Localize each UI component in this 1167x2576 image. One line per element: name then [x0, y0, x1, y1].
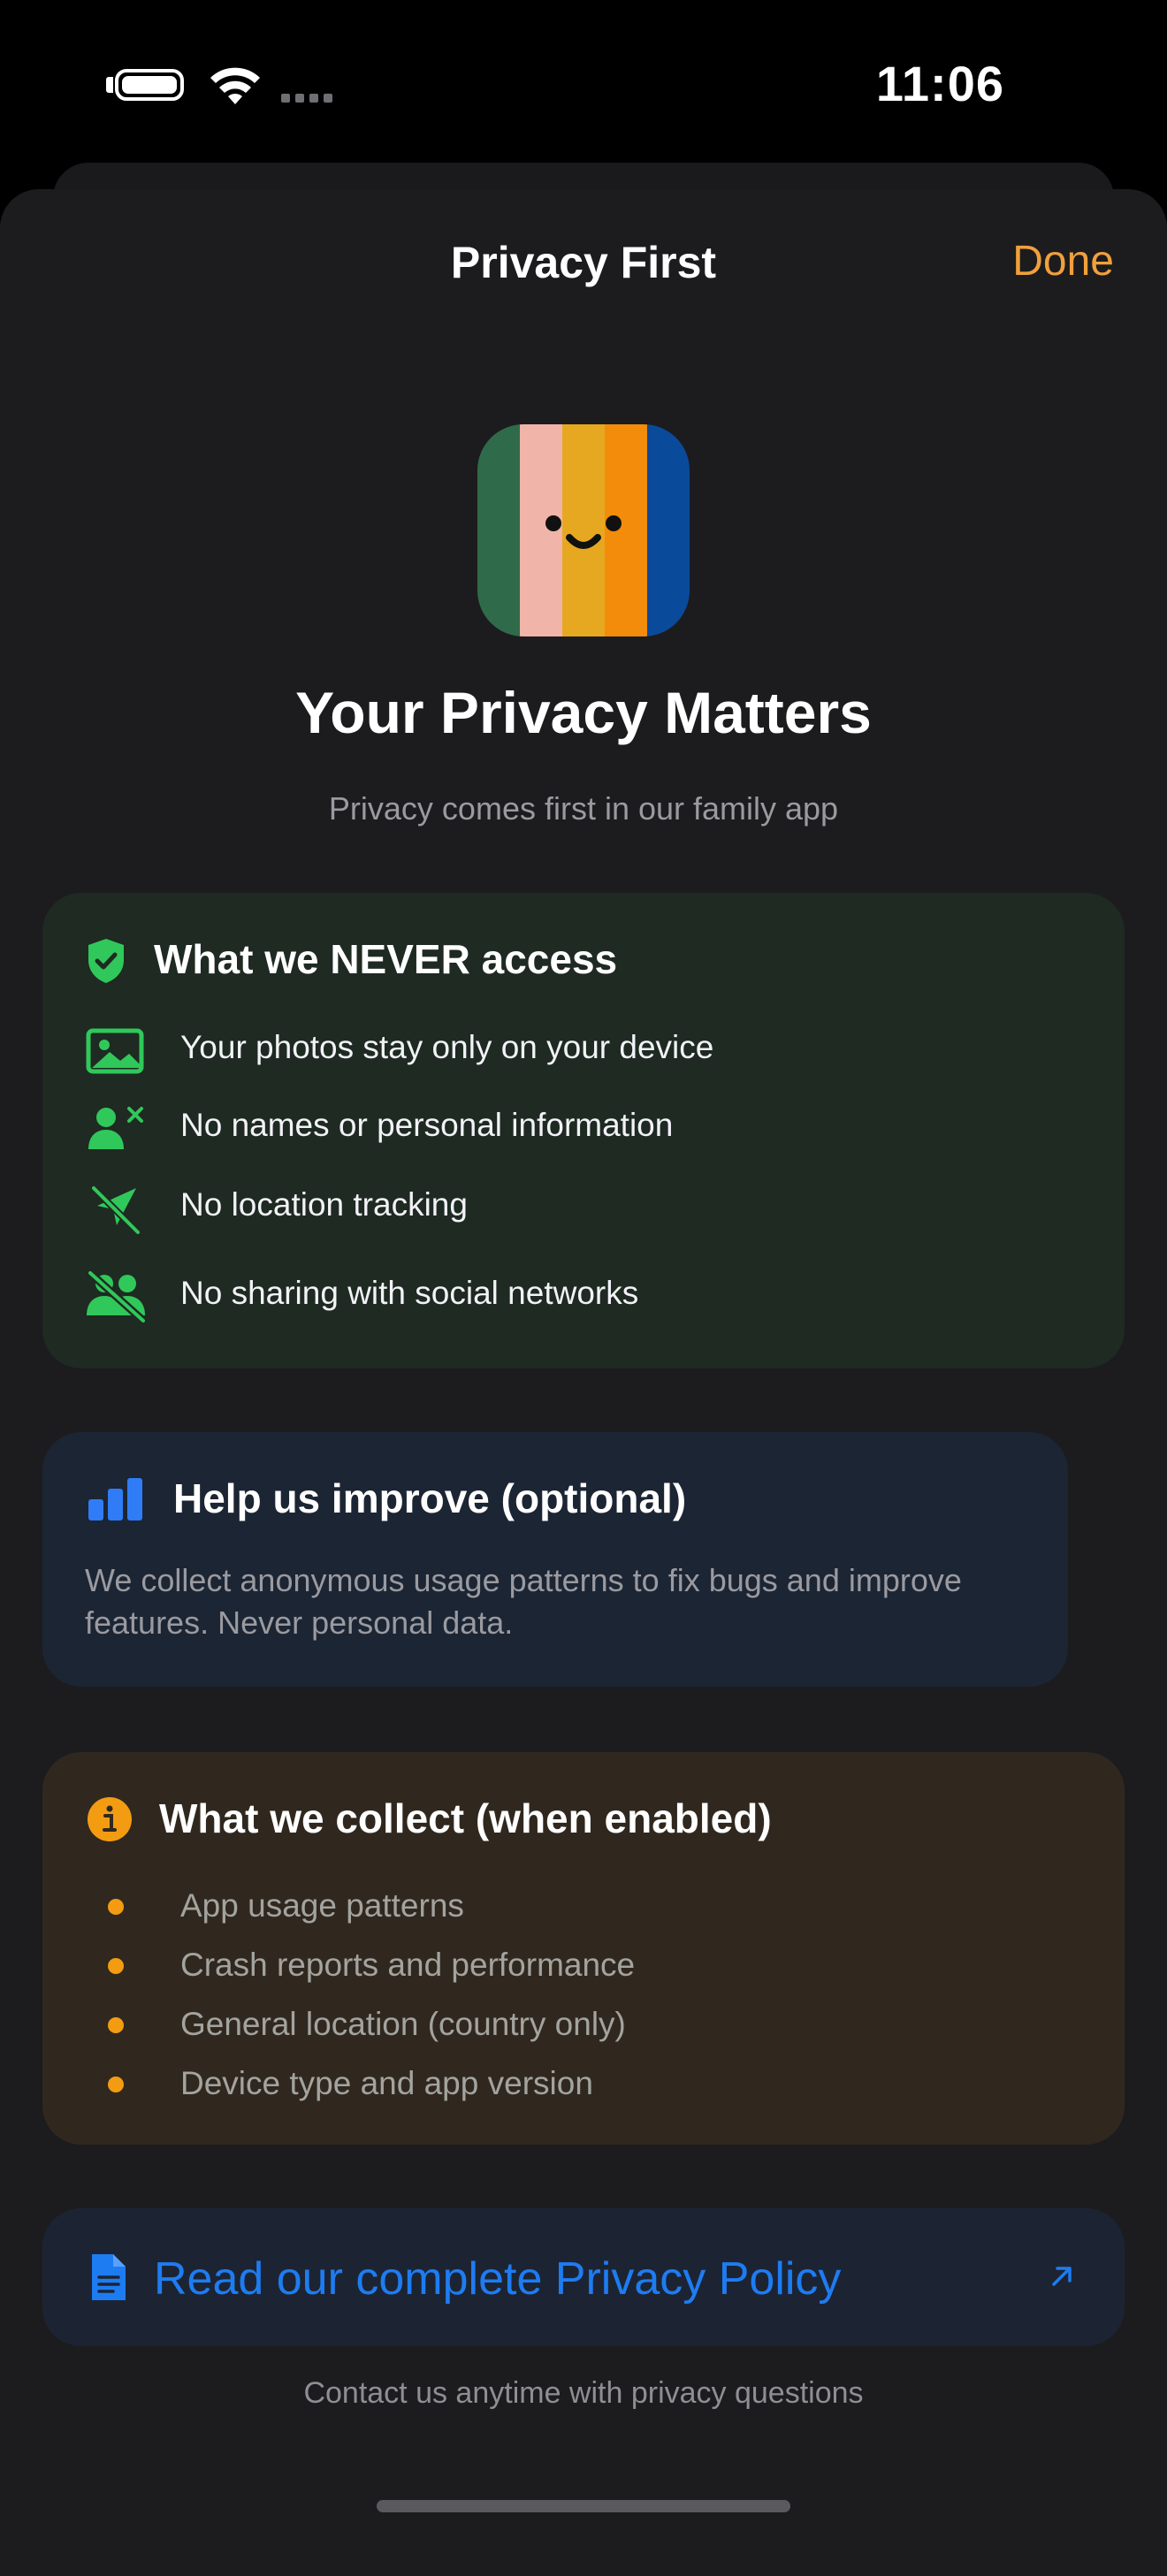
done-button[interactable]: Done	[1012, 237, 1114, 286]
battery-icon	[115, 69, 184, 101]
never-item-text: No names or personal information	[180, 1107, 674, 1143]
app-logo	[477, 424, 690, 636]
photo-icon	[86, 1028, 144, 1074]
privacy-policy-link[interactable]: Read our complete Privacy Policy	[42, 2208, 1125, 2346]
privacy-policy-label: Read our complete Privacy Policy	[154, 2253, 842, 2305]
status-time: 11:06	[875, 56, 1004, 111]
help-card-description: We collect anonymous usage patterns to f…	[85, 1562, 962, 1641]
hero-subtitle: Privacy comes first in our family app	[328, 790, 839, 827]
help-card-title: Help us improve (optional)	[173, 1475, 687, 1521]
external-link-arrow-icon	[1052, 2267, 1072, 2286]
collect-item: App usage patterns	[180, 1887, 464, 1924]
document-icon	[92, 2254, 126, 2300]
person-x-icon	[88, 1107, 143, 1149]
hero-title: Your Privacy Matters	[295, 680, 872, 745]
never-item-text: No location tracking	[180, 1186, 468, 1223]
help-improve-card[interactable]: Help us improve (optional) We collect an…	[42, 1432, 1068, 1687]
smiley-face-icon	[545, 515, 622, 549]
wifi-icon	[210, 67, 260, 104]
nav-title: Privacy First	[450, 238, 717, 287]
footer-contact-text: Contact us anytime with privacy question…	[303, 2376, 864, 2410]
what-we-collect-card: What we collect (when enabled) App usage…	[42, 1752, 1125, 2145]
bullet-dot	[108, 2017, 124, 2033]
bullet-dot	[108, 1958, 124, 1974]
bar-chart-icon	[88, 1478, 142, 1520]
never-item-text: Your photos stay only on your device	[180, 1029, 714, 1065]
shield-check-icon	[88, 939, 124, 983]
never-card-title: What we NEVER access	[154, 936, 618, 982]
bullet-dot	[108, 1899, 124, 1915]
bullet-dot	[108, 2077, 124, 2092]
never-access-card: What we NEVER access Your photos stay on…	[42, 893, 1125, 1368]
collect-item: General location (country only)	[180, 2006, 626, 2042]
collect-item: Crash reports and performance	[180, 1947, 636, 1983]
location-slash-icon	[91, 1185, 141, 1235]
collect-item: Device type and app version	[180, 2065, 593, 2101]
home-indicator[interactable]	[377, 2500, 790, 2512]
never-item-text: No sharing with social networks	[180, 1275, 639, 1311]
cellular-signal-icon	[281, 94, 332, 103]
people-slash-icon	[87, 1269, 147, 1322]
battery-cap	[106, 77, 113, 93]
info-icon	[88, 1797, 132, 1841]
collect-card-title: What we collect (when enabled)	[159, 1795, 772, 1841]
status-bar: 11:06	[0, 0, 1167, 168]
